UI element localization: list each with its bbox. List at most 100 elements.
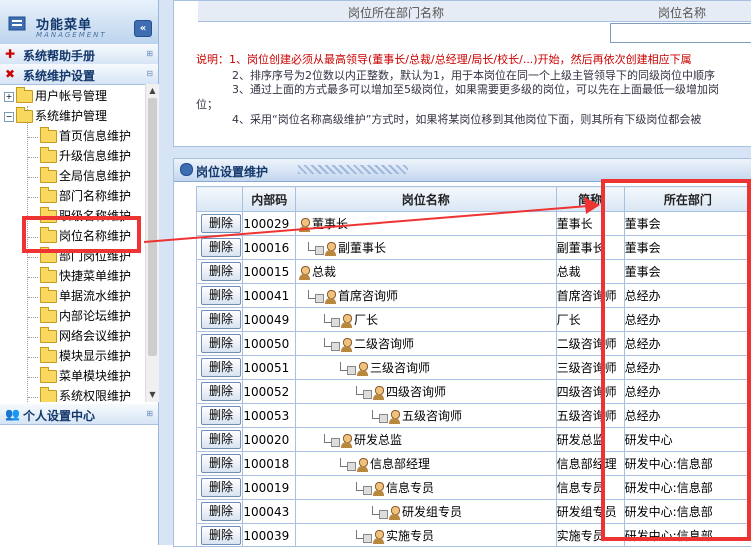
code-cell: 100049 bbox=[243, 308, 296, 332]
tree-item-3[interactable]: 全局信息维护 bbox=[40, 167, 131, 187]
delete-button[interactable]: 删除 bbox=[201, 406, 241, 425]
grid-title: 岗位设置维护 bbox=[196, 163, 268, 180]
folder-icon bbox=[40, 150, 57, 163]
tree-item-label: 全局信息维护 bbox=[59, 169, 131, 183]
expand-icon: ⊞ bbox=[146, 49, 153, 58]
tree-connector-icon bbox=[300, 242, 324, 256]
delete-button[interactable]: 删除 bbox=[201, 430, 241, 449]
scroll-thumb[interactable] bbox=[148, 98, 157, 356]
scroll-up-icon[interactable]: ▲ bbox=[148, 86, 157, 96]
code-cell: 100050 bbox=[243, 332, 296, 356]
tree-connector-icon bbox=[348, 482, 372, 496]
position-name-cell[interactable]: 二级咨询师 bbox=[296, 332, 557, 356]
panel-icon bbox=[180, 163, 193, 176]
position-name-cell[interactable]: 四级咨询师 bbox=[296, 380, 557, 404]
delete-button[interactable]: 删除 bbox=[201, 262, 241, 281]
section-system-maintenance[interactable]: ✖ 系统维护设置 ⊟ bbox=[0, 64, 158, 85]
position-name-cell[interactable]: 研发组专员 bbox=[296, 500, 557, 524]
tree-item-13[interactable]: 菜单模块维护 bbox=[40, 367, 131, 387]
delete-button[interactable]: 删除 bbox=[201, 334, 241, 353]
person-icon bbox=[298, 266, 311, 280]
tree-item-system-maintenance[interactable]: −系统维护管理 bbox=[4, 107, 107, 127]
tree-item-1[interactable]: 首页信息维护 bbox=[40, 127, 131, 147]
tree-item-10[interactable]: 内部论坛维护 bbox=[40, 307, 131, 327]
section-help-manual[interactable]: ✚ 系统帮助手册 ⊞ bbox=[0, 44, 158, 65]
scroll-down-icon[interactable]: ▼ bbox=[148, 390, 157, 400]
tree-item-11[interactable]: 网络会议维护 bbox=[40, 327, 131, 347]
action-cell: 删除 bbox=[197, 452, 243, 476]
folder-open-icon bbox=[16, 110, 33, 123]
code-cell: 100015 bbox=[243, 260, 296, 284]
folder-icon bbox=[40, 130, 57, 143]
delete-button[interactable]: 删除 bbox=[201, 358, 241, 377]
delete-button[interactable]: 删除 bbox=[201, 454, 241, 473]
tree-item-9[interactable]: 单据流水维护 bbox=[40, 287, 131, 307]
position-name-cell[interactable]: 副董事长 bbox=[296, 236, 557, 260]
section-label: 个人设置中心 bbox=[23, 407, 95, 424]
code-cell: 100016 bbox=[243, 236, 296, 260]
sidebar-subtitle: MANAGEMENT bbox=[36, 31, 107, 39]
note-line-4: 4、采用“岗位名称高级维护”方式时，如果将某岗位移到其他岗位下面，则其所有下级岗… bbox=[232, 111, 701, 127]
code-cell: 100018 bbox=[243, 452, 296, 476]
position-name: 信息部经理 bbox=[370, 457, 430, 471]
function-menu-sidebar: 功能菜单 MANAGEMENT « ✚ 系统帮助手册 ⊞ ✖ 系统维护设置 ⊟ … bbox=[0, 0, 159, 545]
section-personal-settings[interactable]: 👥 个人设置中心 ⊞ bbox=[0, 404, 158, 425]
collapse-icon: ⊟ bbox=[146, 69, 153, 78]
action-cell: 删除 bbox=[197, 380, 243, 404]
delete-button[interactable]: 删除 bbox=[201, 502, 241, 521]
position-name-cell[interactable]: 信息专员 bbox=[296, 476, 557, 500]
col-header-name: 岗位名称 bbox=[296, 187, 557, 212]
folder-icon bbox=[40, 290, 57, 303]
tree-item-2[interactable]: 升级信息维护 bbox=[40, 147, 131, 167]
position-name-input[interactable] bbox=[610, 23, 751, 43]
tree-item-4[interactable]: 部门名称维护 bbox=[40, 187, 131, 207]
help-book-icon: ✚ bbox=[5, 47, 19, 61]
form-header-row: 岗位所在部门名称 岗位名称 bbox=[198, 1, 751, 22]
tree-item-label: 网络会议维护 bbox=[59, 329, 131, 343]
collapse-sidebar-button[interactable]: « bbox=[134, 20, 152, 37]
delete-button[interactable]: 删除 bbox=[201, 382, 241, 401]
note-line-3: 3、通过上面的方式最多可以增加至5级岗位，如果需要更多级的岗位，可以先在上面最低… bbox=[232, 81, 719, 97]
delete-button[interactable]: 删除 bbox=[201, 214, 241, 233]
tree-item-14[interactable]: 系统权限维护 bbox=[40, 387, 131, 402]
position-name-cell[interactable]: 总裁 bbox=[296, 260, 557, 284]
menu-scrollbar[interactable]: ▲ ▼ bbox=[145, 84, 159, 402]
tree-item-12[interactable]: 模块显示维护 bbox=[40, 347, 131, 367]
action-cell: 删除 bbox=[197, 524, 243, 547]
form-header-position: 岗位名称 bbox=[658, 4, 706, 21]
position-name-cell[interactable]: 首席咨询师 bbox=[296, 284, 557, 308]
position-name-cell[interactable]: 实施专员 bbox=[296, 524, 557, 547]
position-name: 研发总监 bbox=[354, 433, 402, 447]
note-line-3b: 位； bbox=[196, 96, 218, 112]
position-name: 首席咨询师 bbox=[338, 289, 398, 303]
action-cell: 删除 bbox=[197, 332, 243, 356]
expand-icon[interactable]: + bbox=[4, 92, 14, 102]
position-name-cell[interactable]: 厂长 bbox=[296, 308, 557, 332]
tree-item-label: 升级信息维护 bbox=[59, 149, 131, 163]
position-name-cell[interactable]: 三级咨询师 bbox=[296, 356, 557, 380]
tree-item-label: 部门名称维护 bbox=[59, 189, 131, 203]
tree-item-user-accounts[interactable]: +用户帐号管理 bbox=[4, 87, 107, 107]
position-name-cell[interactable]: 五级咨询师 bbox=[296, 404, 557, 428]
position-name-cell[interactable]: 信息部经理 bbox=[296, 452, 557, 476]
delete-button[interactable]: 删除 bbox=[201, 478, 241, 497]
position-name-cell[interactable]: 董事长 bbox=[296, 212, 557, 236]
person-icon bbox=[372, 482, 385, 496]
delete-button[interactable]: 删除 bbox=[201, 286, 241, 305]
delete-button[interactable]: 删除 bbox=[201, 526, 241, 545]
tree-item-label: 首页信息维护 bbox=[59, 129, 131, 143]
delete-button[interactable]: 删除 bbox=[201, 310, 241, 329]
position-name: 副董事长 bbox=[338, 241, 386, 255]
action-cell: 删除 bbox=[197, 212, 243, 236]
code-cell: 100043 bbox=[243, 500, 296, 524]
person-icon bbox=[388, 410, 401, 424]
position-name: 五级咨询师 bbox=[402, 409, 462, 423]
tree-item-8[interactable]: 快捷菜单维护 bbox=[40, 267, 131, 287]
action-cell: 删除 bbox=[197, 404, 243, 428]
tree-connector-icon bbox=[300, 290, 324, 304]
position-name-cell[interactable]: 研发总监 bbox=[296, 428, 557, 452]
collapse-icon[interactable]: − bbox=[4, 112, 14, 122]
delete-button[interactable]: 删除 bbox=[201, 238, 241, 257]
action-cell: 删除 bbox=[197, 260, 243, 284]
folder-icon bbox=[16, 90, 33, 103]
